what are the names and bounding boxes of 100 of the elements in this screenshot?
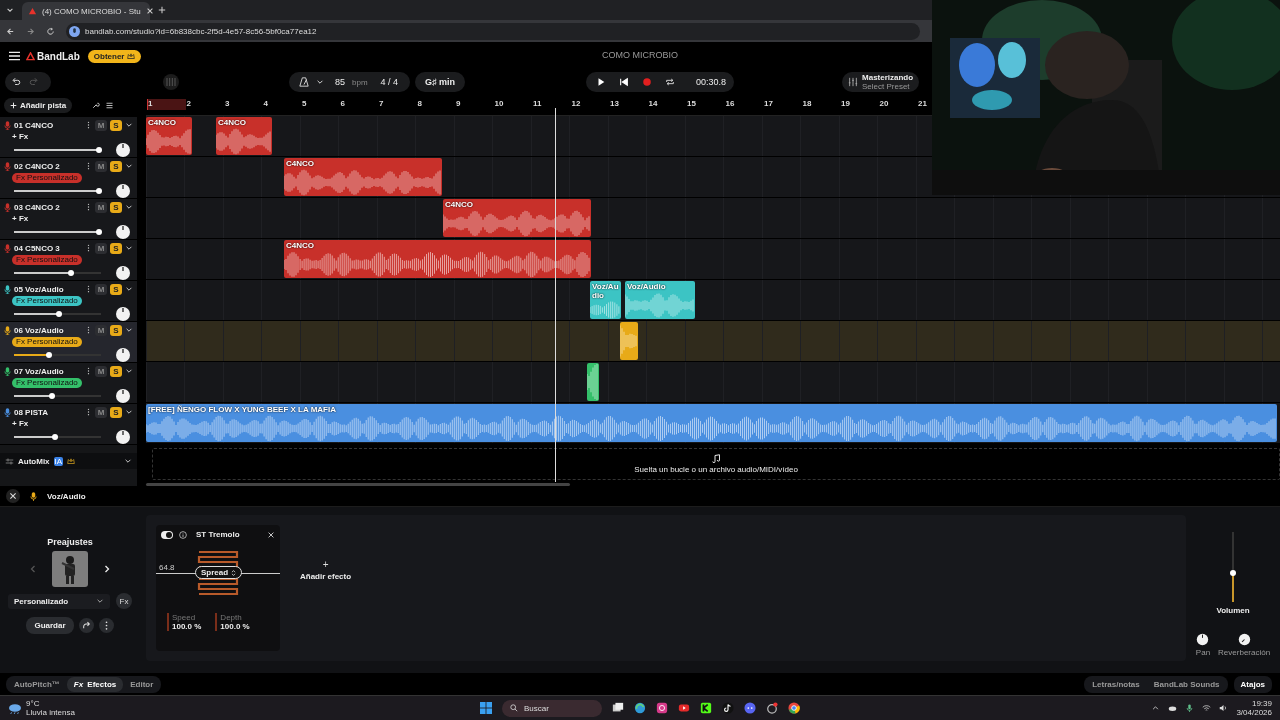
app-icon[interactable] — [700, 702, 712, 714]
chrome-icon[interactable] — [788, 702, 800, 714]
chevron-icon[interactable] — [125, 326, 133, 334]
drop-zone[interactable]: Suelta un bucle o un archivo audio/MIDI/vídeo — [152, 448, 1280, 480]
volume-slider[interactable] — [14, 435, 101, 438]
mute-button[interactable]: M — [95, 283, 107, 295]
chevron-icon[interactable] — [96, 597, 104, 605]
audio-clip[interactable]: C4NCO — [284, 158, 442, 196]
chevron-icon[interactable] — [125, 162, 133, 170]
chevron-icon[interactable] — [125, 244, 133, 252]
more-icon[interactable] — [87, 244, 90, 252]
add-fx-button[interactable]: + Fx — [12, 214, 29, 223]
fx-badge[interactable]: Fx Personalizado — [12, 336, 82, 347]
editor-tab[interactable]: AutoPitch™ — [7, 676, 67, 692]
volume-slider[interactable] — [14, 148, 101, 151]
undo-icon[interactable] — [11, 77, 21, 87]
pan-knob[interactable] — [113, 305, 133, 322]
menu-icon[interactable] — [9, 51, 20, 61]
chat-app-icon[interactable] — [744, 702, 756, 714]
upgrade-button[interactable]: Obtener — [87, 49, 142, 63]
track-header[interactable]: 05 Voz/Audio M S Fx Personalizado — [0, 281, 137, 322]
preset-dropdown[interactable]: Personalizado — [8, 593, 110, 609]
play-icon[interactable] — [596, 77, 606, 87]
chevron-icon[interactable] — [1151, 704, 1161, 712]
volume-slider[interactable] — [14, 230, 101, 233]
address-field[interactable]: bandlab.com/studio?id=6b838cbc-2f5d-4e57-8c56-5bf0ca77ea12 — [66, 22, 920, 40]
video-app-icon[interactable] — [678, 702, 690, 714]
clock-date[interactable]: 3/04/2026 — [1236, 708, 1272, 717]
parameter-value[interactable]: 100.0 % — [172, 622, 202, 631]
add-effect-button[interactable]: Añadir efecto — [300, 572, 352, 581]
record-icon[interactable] — [642, 77, 652, 87]
mastering-button[interactable]: Masterizando Select Preset — [842, 72, 920, 92]
reload-icon[interactable] — [46, 26, 55, 36]
audio-clip[interactable]: C4NCO — [146, 117, 192, 155]
time-signature[interactable]: 4 / 4 — [380, 77, 399, 87]
mute-button[interactable]: M — [95, 119, 107, 131]
mute-button[interactable]: M — [95, 365, 107, 377]
back-icon[interactable] — [6, 26, 15, 36]
pan-knob[interactable] — [113, 346, 133, 363]
fx-badge[interactable]: Fx Personalizado — [12, 295, 82, 306]
add-fx-button[interactable]: + Fx — [12, 419, 29, 428]
volume-slider[interactable] — [14, 353, 101, 356]
solo-button[interactable]: S — [110, 406, 122, 418]
pan-knob[interactable] — [113, 387, 133, 404]
solo-button[interactable]: S — [110, 365, 122, 377]
tab-list-icon[interactable] — [6, 6, 14, 14]
wrench-icon[interactable] — [91, 101, 101, 110]
volume-slider[interactable] — [14, 271, 101, 274]
chevron-icon[interactable] — [124, 457, 132, 465]
pan-knob[interactable] — [113, 264, 133, 281]
music-note-icon[interactable] — [722, 702, 734, 714]
more-icon[interactable] — [87, 408, 90, 416]
pan-knob[interactable] — [1196, 633, 1210, 646]
editor-tab[interactable]: Fx Efectos — [66, 676, 124, 692]
add-fx-button[interactable]: + Fx — [12, 132, 29, 141]
volume-slider[interactable] — [14, 312, 101, 315]
side-tab[interactable]: BandLab Sounds — [1146, 676, 1227, 692]
mute-button[interactable]: M — [95, 201, 107, 213]
track-header[interactable]: 01 C4NCO M S + Fx — [0, 117, 137, 158]
weather-icon[interactable] — [8, 702, 22, 714]
audio-clip[interactable] — [620, 322, 638, 360]
volume-slider[interactable] — [14, 394, 101, 397]
audio-clip[interactable]: C4NCO — [284, 240, 591, 278]
mode-selector[interactable]: Spread — [195, 566, 243, 579]
browser-icon[interactable] — [634, 702, 646, 714]
reverb-knob[interactable] — [1237, 633, 1251, 646]
clock-time[interactable]: 19:39 — [1251, 699, 1272, 708]
effect-toggle[interactable] — [161, 530, 173, 539]
solo-button[interactable]: S — [110, 242, 122, 254]
chevron-icon[interactable] — [125, 121, 133, 129]
solo-button[interactable]: S — [110, 119, 122, 131]
scrollbar[interactable] — [146, 483, 570, 486]
audio-clip[interactable]: C4NCO — [216, 117, 272, 155]
mute-button[interactable]: M — [95, 160, 107, 172]
microphone-icon[interactable] — [1185, 704, 1195, 712]
cloud-icon[interactable] — [1168, 704, 1178, 712]
fx-badge[interactable]: Fx Personalizado — [12, 172, 82, 183]
more-icon[interactable] — [87, 326, 90, 334]
close-icon[interactable] — [145, 7, 154, 15]
list-icon[interactable] — [105, 101, 115, 110]
track-header[interactable]: 07 Voz/Audio M S Fx Personalizado — [0, 363, 137, 404]
info-icon[interactable] — [179, 530, 187, 539]
parameter-value[interactable]: 100.0 % — [220, 622, 250, 631]
app-icon[interactable] — [766, 702, 778, 714]
chevron-icon[interactable] — [125, 285, 133, 293]
add-track-button[interactable]: Añadir pista — [4, 98, 73, 113]
wifi-icon[interactable] — [1202, 704, 1212, 712]
task-view-icon[interactable] — [612, 702, 624, 714]
add-icon[interactable]: + — [322, 559, 329, 570]
volume-slider[interactable] — [14, 189, 101, 192]
loop-icon[interactable] — [665, 77, 675, 87]
skip-back-icon[interactable] — [619, 77, 629, 87]
track-header[interactable]: 03 C4NCO 2 M S + Fx — [0, 199, 137, 240]
side-tab[interactable]: Atajos — [1233, 675, 1272, 693]
chevron-icon[interactable] — [125, 408, 133, 416]
search-field[interactable]: Buscar — [502, 699, 602, 717]
close-icon[interactable] — [267, 530, 275, 539]
chevron-icon[interactable] — [125, 203, 133, 211]
solo-button[interactable]: S — [110, 160, 122, 172]
metronome-icon[interactable] — [299, 77, 309, 87]
